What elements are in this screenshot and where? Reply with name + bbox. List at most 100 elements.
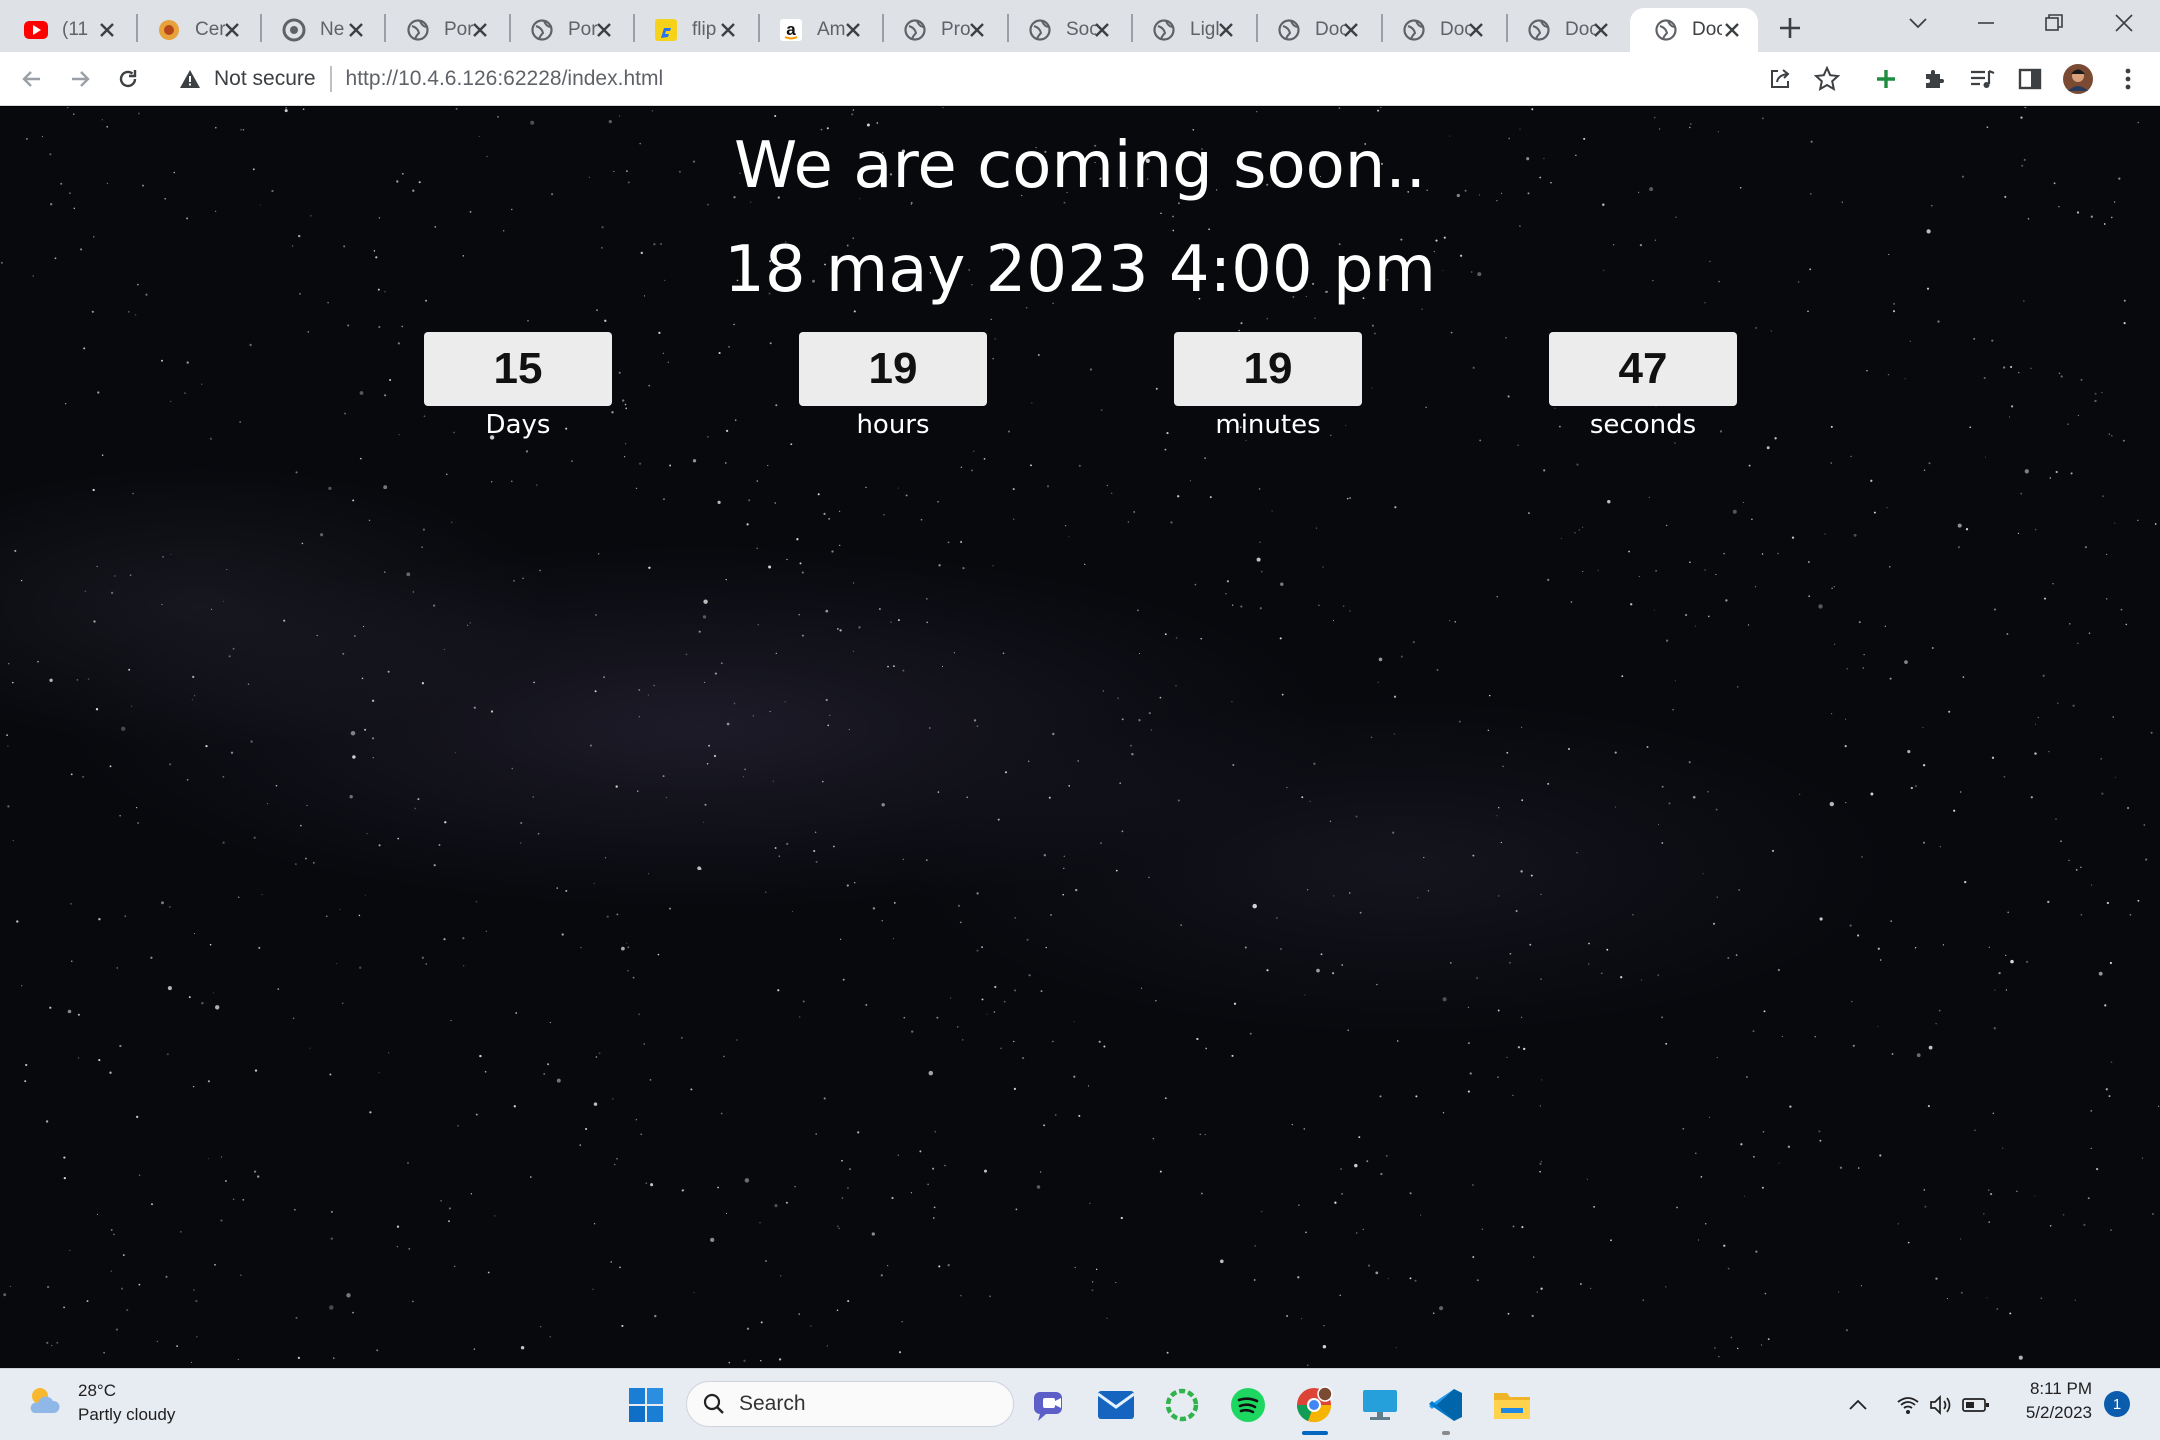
menu-kebab-icon[interactable] (2110, 61, 2146, 97)
globe-icon (530, 18, 554, 42)
tab-doc-2[interactable]: Doc (1378, 8, 1502, 52)
file-explorer-icon[interactable] (1490, 1383, 1534, 1427)
remote-desktop-icon[interactable] (1358, 1383, 1402, 1427)
battery-icon[interactable] (1958, 1387, 1994, 1423)
chrome-taskbar-icon[interactable] (1292, 1383, 1336, 1427)
tab-light[interactable]: Ligl (1128, 8, 1252, 52)
tab-portfolio-1[interactable]: Por (382, 8, 506, 52)
close-tab-icon[interactable] (468, 18, 492, 42)
close-tab-icon[interactable] (1720, 18, 1744, 42)
page-heading: We are coming soon.. (734, 129, 1426, 203)
address-divider (329, 66, 332, 92)
globe-icon (903, 18, 927, 42)
close-tab-icon[interactable] (1339, 18, 1363, 42)
tab-amazon[interactable]: a Am (755, 8, 879, 52)
close-tab-icon[interactable] (841, 18, 865, 42)
back-button[interactable] (14, 61, 50, 97)
extensions-puzzle-icon[interactable] (1916, 61, 1952, 97)
restore-button[interactable] (2020, 0, 2088, 46)
progress-ring-app-icon[interactable] (1160, 1383, 1204, 1427)
globe-icon (1152, 18, 1176, 42)
tab-social[interactable]: Soc (1004, 8, 1128, 52)
clock-time: 8:11 PM (2029, 1379, 2092, 1398)
countdown-seconds-label: seconds (1589, 410, 1697, 440)
svg-text:a: a (786, 20, 796, 39)
forward-button[interactable] (62, 61, 98, 97)
tab-youtube[interactable]: (11 (0, 8, 133, 52)
globe-icon (1402, 18, 1426, 42)
taskbar-search[interactable]: Search (686, 1381, 1014, 1427)
notification-badge[interactable]: 1 (2104, 1391, 2130, 1417)
tab-doc-active[interactable]: Doc (1630, 8, 1758, 52)
extension-add-icon[interactable] (1868, 61, 1904, 97)
active-app-indicator (1302, 1431, 1328, 1435)
tab-cert[interactable]: Cer (133, 8, 258, 52)
tab-search-dropdown-icon[interactable] (1884, 0, 1952, 46)
browser-toolbar: Not secure http://10.4.6.126:62228/index… (0, 52, 2160, 106)
tab-doc-1[interactable]: Doc (1253, 8, 1377, 52)
minimize-button[interactable] (1952, 0, 2020, 46)
security-label[interactable]: Not secure (214, 67, 316, 91)
globe-icon (1654, 18, 1678, 42)
tab-strip: (11 Cer Ne Por Por flip a Am Pro Soc Lig… (0, 0, 2160, 52)
close-tab-icon[interactable] (95, 18, 119, 42)
close-tab-icon[interactable] (716, 18, 740, 42)
close-tab-icon[interactable] (1589, 18, 1613, 42)
chrome-icon (282, 18, 306, 42)
launch-date: 18 may 2023 4:00 pm (724, 233, 1436, 307)
tab-pro[interactable]: Pro (879, 8, 1003, 52)
close-tab-icon[interactable] (1090, 18, 1114, 42)
url-text[interactable]: http://10.4.6.126:62228/index.html (346, 67, 664, 91)
close-tab-icon[interactable] (1464, 18, 1488, 42)
close-tab-icon[interactable] (344, 18, 368, 42)
countdown-seconds-value: 47 (1549, 332, 1737, 406)
globe-icon (1028, 18, 1052, 42)
mail-icon[interactable] (1094, 1383, 1138, 1427)
close-tab-icon[interactable] (592, 18, 616, 42)
countdown-hours-label: hours (856, 410, 930, 440)
flipkart-icon (654, 18, 678, 42)
youtube-icon (24, 18, 48, 42)
share-icon[interactable] (1762, 61, 1798, 97)
search-icon (703, 1393, 725, 1415)
wifi-icon[interactable] (1890, 1387, 1926, 1423)
profile-avatar[interactable] (2060, 61, 2096, 97)
globe-icon (1277, 18, 1301, 42)
warning-icon[interactable] (178, 67, 202, 91)
side-panel-icon[interactable] (2012, 61, 2048, 97)
close-tab-icon[interactable] (1214, 18, 1238, 42)
weather-desc: Partly cloudy (78, 1405, 176, 1424)
countdown-minutes-value: 19 (1174, 332, 1362, 406)
countdown-hours: 19 hours (799, 332, 987, 440)
countdown-days-label: Days (485, 410, 551, 440)
tab-flipkart[interactable]: flip (630, 8, 754, 52)
volume-icon[interactable] (1924, 1387, 1960, 1423)
search-placeholder: Search (739, 1392, 806, 1415)
bookmark-star-icon[interactable] (1809, 61, 1845, 97)
close-window-button[interactable] (2090, 0, 2158, 46)
clock-date: 5/2/2023 (2025, 1403, 2092, 1422)
close-tab-icon[interactable] (220, 18, 244, 42)
address-bar[interactable]: Not secure http://10.4.6.126:62228/index… (166, 57, 1866, 101)
tab-doc-3[interactable]: Doc (1503, 8, 1627, 52)
new-tab-button[interactable] (1772, 10, 1808, 46)
cert-icon (157, 18, 181, 42)
partly-cloudy-icon (24, 1381, 64, 1426)
show-hidden-icons-chevron-icon[interactable] (1840, 1387, 1876, 1423)
system-clock[interactable]: 8:11 PM 5/2/2023 (2000, 1377, 2092, 1425)
tab-portfolio-2[interactable]: Por (506, 8, 630, 52)
reload-button[interactable] (110, 61, 146, 97)
taskbar: 28°C Partly cloudy Search 8:11 PM 5/2/20… (0, 1368, 2160, 1440)
weather-widget[interactable]: 28°C Partly cloudy (24, 1379, 175, 1427)
windows-start-icon[interactable] (624, 1383, 668, 1427)
globe-icon (406, 18, 430, 42)
teams-chat-icon[interactable] (1028, 1383, 1072, 1427)
tab-new[interactable]: Ne (258, 8, 382, 52)
spotify-icon[interactable] (1226, 1383, 1270, 1427)
media-control-icon[interactable] (1964, 61, 2000, 97)
running-app-indicator (1442, 1431, 1450, 1435)
countdown-days-value: 15 (424, 332, 612, 406)
vscode-icon[interactable] (1424, 1383, 1468, 1427)
tab-title: Doc (1692, 19, 1722, 40)
close-tab-icon[interactable] (965, 18, 989, 42)
